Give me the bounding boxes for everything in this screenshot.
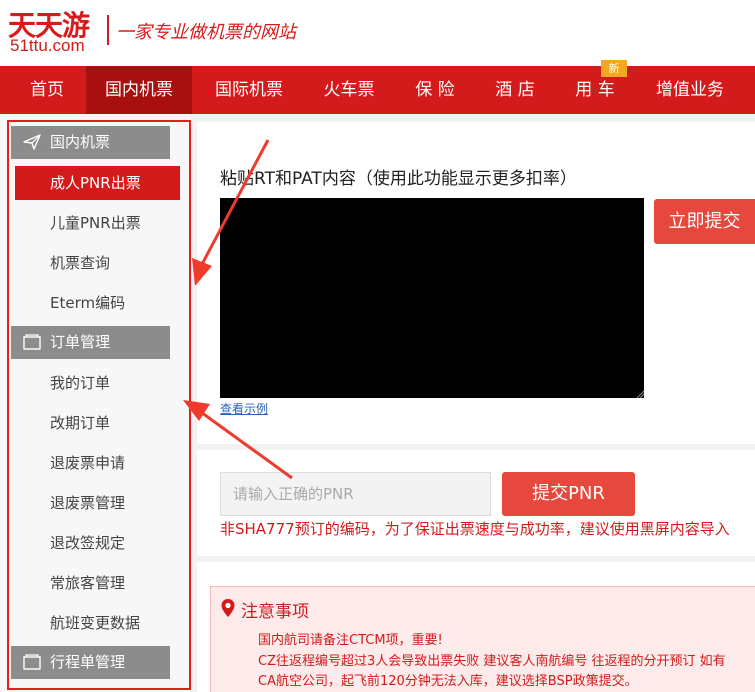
main-nav: 首页 国内机票 国际机票 火车票 保 险 酒 店 用 车 增值业务 xyxy=(0,66,755,114)
nav-value-added[interactable]: 增值业务 xyxy=(637,66,743,114)
paste-title: 粘贴RT和PAT内容（使用此功能显示更多扣率） xyxy=(220,169,577,189)
pnr-input[interactable]: 请输入正确的PNR xyxy=(220,472,491,516)
submit-pnr-button[interactable]: 提交PNR xyxy=(502,472,635,516)
view-example-link[interactable]: 查看示例 xyxy=(220,400,268,417)
site-slogan: 一家专业做机票的网站 xyxy=(116,22,296,43)
new-badge: 新 xyxy=(601,60,627,77)
nav-train-tickets[interactable]: 火车票 xyxy=(305,66,393,114)
nav-home[interactable]: 首页 xyxy=(10,66,84,114)
sidebar-highlight-box xyxy=(7,120,191,690)
notice-line: CZ往返程编号超过3人会导致出票失败 建议客人南航编号 往返程的分开预订 如有 xyxy=(258,654,726,669)
notice-line: CA航空公司，起飞前120分钟无法入库，建议选择BSP政策提交。 xyxy=(258,674,638,689)
submit-now-button[interactable]: 立即提交 xyxy=(654,199,755,244)
location-pin-icon xyxy=(221,599,235,617)
nav-international-flights[interactable]: 国际机票 xyxy=(196,66,302,114)
notice-title: 注意事项 xyxy=(241,602,309,622)
nav-hotel[interactable]: 酒 店 xyxy=(476,66,554,114)
rt-pat-textarea[interactable] xyxy=(220,198,644,398)
notice-line: 国内航司请备注CTCM项，重要! xyxy=(258,633,443,648)
logo-domain[interactable]: 51ttu.com xyxy=(10,36,85,56)
resize-grip-icon[interactable] xyxy=(636,390,644,398)
logo-divider xyxy=(107,15,109,45)
site-header: 天天游 51ttu.com 一家专业做机票的网站 xyxy=(0,0,755,66)
nav-domestic-flights[interactable]: 国内机票 xyxy=(86,66,192,114)
nav-insurance[interactable]: 保 险 xyxy=(396,66,474,114)
pnr-note: 非SHA777预订的编码，为了保证出票速度与成功率，建议使用黑屏内容导入 xyxy=(220,520,730,538)
